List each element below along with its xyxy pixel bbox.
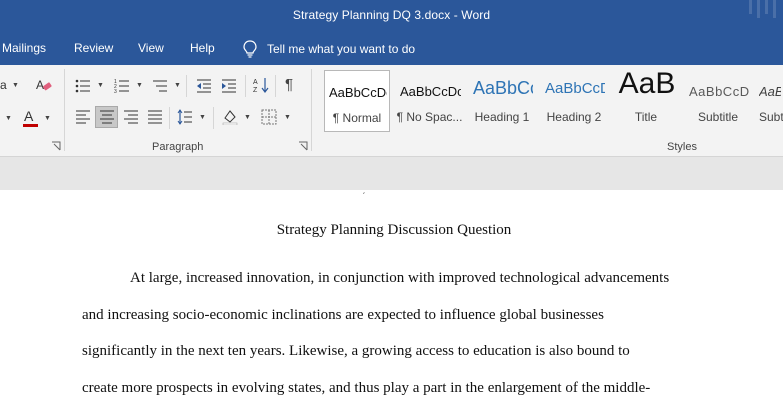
document-page[interactable]: ˏ Strategy Planning Discussion Question … — [0, 184, 783, 402]
borders-dropdown-icon[interactable]: ▼ — [284, 114, 291, 121]
multilevel-dropdown-icon[interactable]: ▼ — [174, 82, 181, 89]
tell-me-label: Tell me what you want to do — [267, 42, 416, 56]
align-center-icon — [100, 110, 114, 124]
style-no-spacing-preview: AaBbCcDc — [400, 84, 461, 99]
bullets-dropdown-icon[interactable]: ▼ — [97, 82, 104, 89]
show-formatting-marks-icon[interactable]: ¶ — [285, 76, 293, 93]
lightbulb-icon — [243, 40, 257, 58]
style-title[interactable]: AaB Title — [613, 70, 679, 132]
ribbon-tabs: Mailings Review View Help Tell me what y… — [0, 33, 783, 65]
paragraph-line: and increasing socio-economic inclinatio… — [82, 307, 604, 323]
window-title: Strategy Planning DQ 3.docx - Word — [292, 8, 491, 22]
sort-icon[interactable]: AZ — [253, 77, 269, 93]
tab-view[interactable]: View — [138, 41, 164, 55]
ribbon: a ▼ A ▼ A ▼ ▼ 123 ▼ ▼ AZ ¶ ▼ ▼ ▼ Paragra… — [0, 65, 783, 157]
style-normal-label: ¶ Normal — [332, 111, 382, 125]
clear-formatting-icon[interactable]: A — [36, 77, 52, 93]
tab-mailings[interactable]: Mailings — [2, 41, 46, 55]
paragraph-line: create more prospects in evolving states… — [82, 380, 651, 396]
styles-group-label: Styles — [667, 141, 697, 153]
highlight-dropdown-icon[interactable]: ▼ — [5, 115, 12, 122]
style-no-spacing[interactable]: AaBbCcDc ¶ No Spac... — [396, 70, 463, 132]
title-bar: Strategy Planning DQ 3.docx - Word — [0, 0, 783, 33]
cursor-mark-icon: ˏ — [362, 184, 366, 195]
style-normal[interactable]: AaBbCcDc ¶ Normal — [324, 70, 390, 132]
paragraph-line: At large, increased innovation, in conju… — [130, 270, 670, 286]
style-subtle-preview: AaBl — [759, 84, 781, 99]
borders-icon[interactable] — [261, 109, 277, 125]
document-gutter — [0, 157, 783, 190]
style-heading-2[interactable]: AaBbCcD Heading 2 — [541, 70, 607, 132]
align-center-button[interactable] — [95, 106, 118, 128]
paragraph-group-label: Paragraph — [152, 141, 204, 153]
font-color-icon[interactable]: A — [22, 108, 40, 128]
style-heading-1[interactable]: AaBbCc Heading 1 — [469, 70, 535, 132]
svg-text:A: A — [253, 79, 258, 86]
style-subtitle-preview: AaBbCcD — [689, 84, 749, 99]
svg-text:A: A — [24, 108, 34, 124]
numbering-dropdown-icon[interactable]: ▼ — [136, 82, 143, 89]
font-dialog-launcher-icon[interactable] — [51, 141, 61, 151]
style-heading-2-label: Heading 2 — [546, 110, 602, 124]
shading-dropdown-icon[interactable]: ▼ — [244, 114, 251, 121]
styles-gallery: AaBbCcDc ¶ Normal AaBbCcDc ¶ No Spac... … — [320, 70, 783, 132]
font-name-partial[interactable]: a — [0, 78, 7, 92]
svg-text:3: 3 — [114, 89, 117, 94]
style-heading-1-label: Heading 1 — [474, 110, 530, 124]
style-heading-2-preview: AaBbCcD — [545, 80, 605, 97]
tell-me-box[interactable]: Tell me what you want to do — [243, 39, 415, 59]
paragraph-dialog-launcher-icon[interactable] — [298, 141, 308, 151]
style-heading-1-preview: AaBbCc — [473, 78, 533, 98]
style-normal-preview: AaBbCcDc — [329, 85, 387, 100]
align-right-icon[interactable] — [123, 109, 139, 125]
style-no-spacing-label: ¶ No Spac... — [396, 110, 463, 124]
numbering-icon[interactable]: 123 — [114, 78, 130, 94]
font-color-dropdown-icon[interactable]: ▼ — [44, 115, 51, 122]
style-subtitle[interactable]: AaBbCcD Subtitle — [685, 70, 751, 132]
justify-icon[interactable] — [147, 109, 163, 125]
increase-indent-icon[interactable] — [221, 78, 237, 94]
tab-help[interactable]: Help — [190, 41, 215, 55]
align-left-icon[interactable] — [75, 109, 91, 125]
paragraph-line: significantly in the next ten years. Lik… — [82, 343, 630, 359]
window-decoration-icon — [749, 0, 776, 18]
line-spacing-dropdown-icon[interactable]: ▼ — [199, 114, 206, 121]
shading-icon[interactable] — [222, 109, 238, 125]
style-subtitle-label: Subtitle — [697, 110, 739, 124]
svg-text:Z: Z — [253, 87, 258, 93]
decrease-indent-icon[interactable] — [196, 78, 212, 94]
bullets-icon[interactable] — [75, 78, 91, 94]
style-title-label: Title — [634, 110, 658, 124]
style-subtle-label: Subtl — [759, 110, 783, 124]
style-title-preview: AaB — [618, 70, 676, 100]
tab-review[interactable]: Review — [74, 41, 113, 55]
line-spacing-icon[interactable] — [177, 109, 193, 125]
svg-text:A: A — [36, 78, 44, 92]
font-name-dropdown-icon[interactable]: ▼ — [12, 82, 19, 89]
style-subtle[interactable]: AaBl Subtl — [757, 70, 783, 132]
multilevel-list-icon[interactable] — [152, 78, 168, 94]
document-heading: Strategy Planning Discussion Question — [276, 222, 512, 238]
